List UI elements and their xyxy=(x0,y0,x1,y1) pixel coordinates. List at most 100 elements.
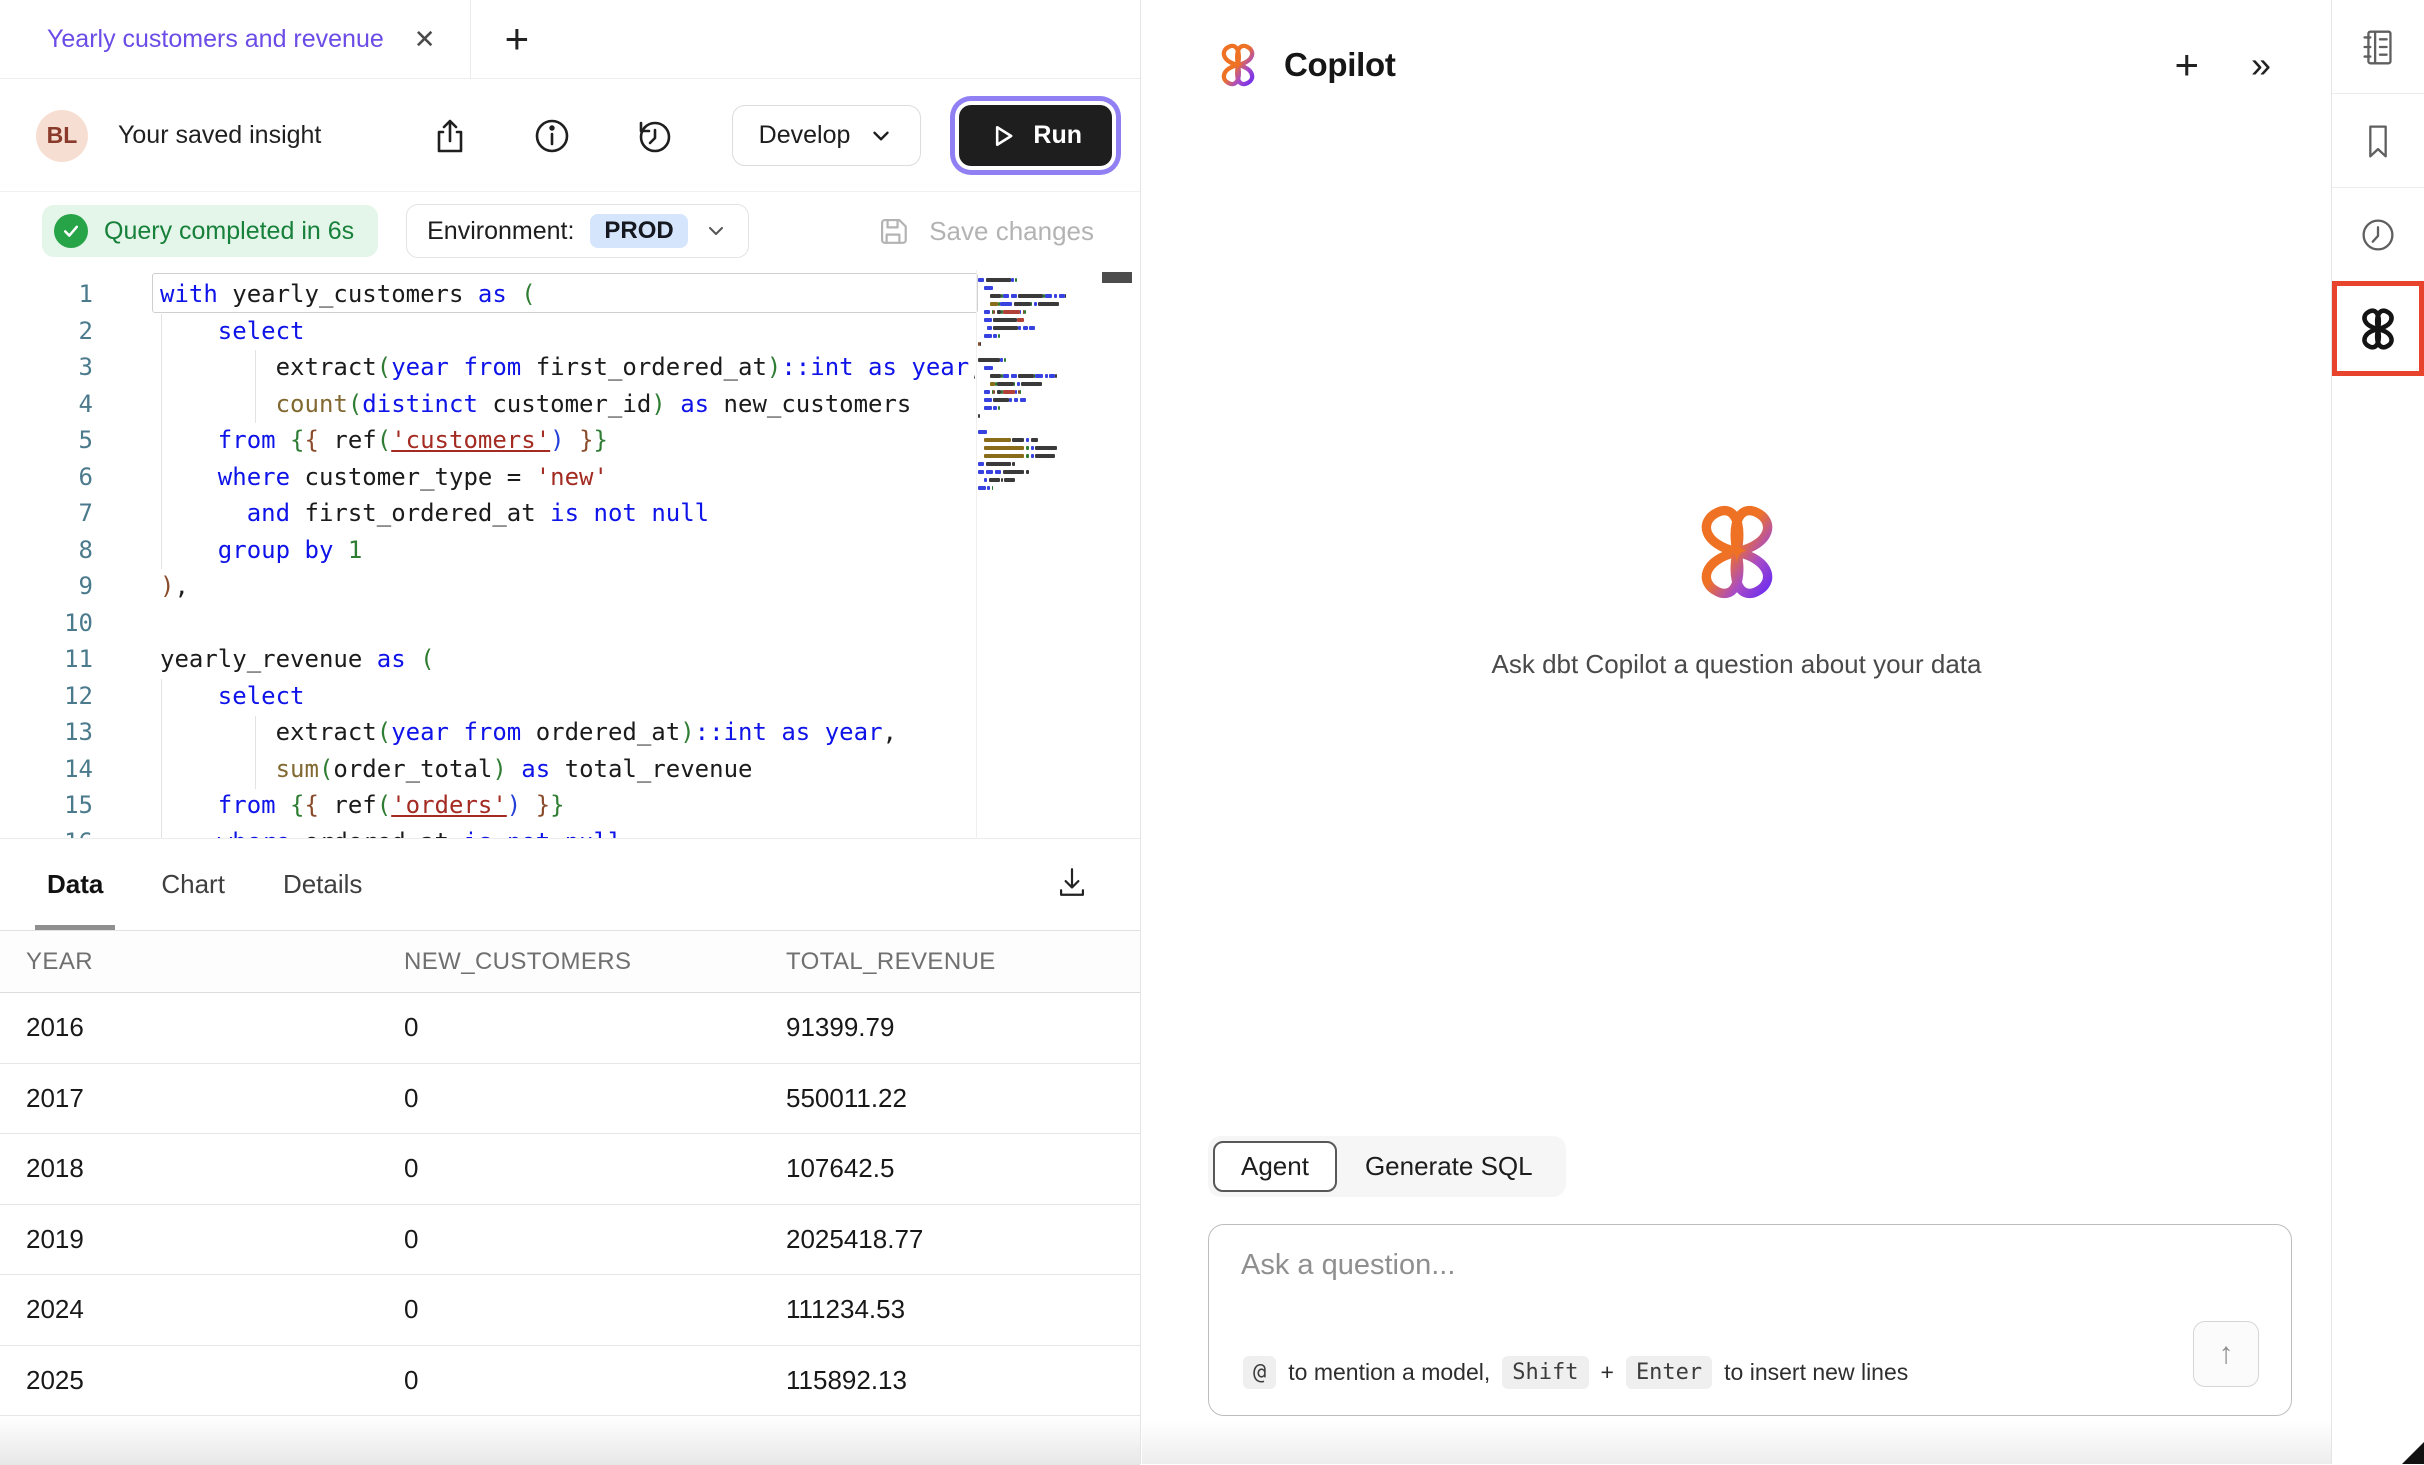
table-footer xyxy=(0,1416,1140,1465)
table-row: 201902025418.77 xyxy=(0,1205,1140,1276)
sidebar-item-bookmarks[interactable] xyxy=(2332,94,2424,187)
line-number: 1 xyxy=(0,276,93,313)
code-line: yearly_revenue as ( xyxy=(160,641,975,678)
line-number: 4 xyxy=(0,386,93,423)
editor-panel: Yearly customers and revenue ✕ + BL Your… xyxy=(0,0,1141,1464)
play-icon xyxy=(989,122,1017,150)
minimap-line xyxy=(978,356,1102,364)
ask-question-input[interactable] xyxy=(1239,1247,2139,1337)
tab-data[interactable]: Data xyxy=(47,839,103,930)
check-icon xyxy=(54,214,88,248)
line-number: 10 xyxy=(0,605,93,642)
code-line: where ordered_at is not null xyxy=(160,824,975,839)
table-cell: 2017 xyxy=(26,1083,404,1114)
results-panel: Data Chart Details YEAR NEW_CUSTOMERS TO… xyxy=(0,838,1140,1464)
line-number: 3 xyxy=(0,349,93,386)
table-row: 2016091399.79 xyxy=(0,993,1140,1064)
tab-title: Yearly customers and revenue xyxy=(47,25,384,54)
copilot-title: Copilot xyxy=(1284,46,1396,84)
table-cell: 2019 xyxy=(26,1224,404,1255)
table-cell: 0 xyxy=(404,1224,786,1255)
clock-icon xyxy=(2355,212,2401,258)
table-cell: 2025 xyxy=(26,1365,404,1396)
code-line: select xyxy=(160,313,975,350)
minimap-line xyxy=(978,428,1102,436)
line-number-gutter: 12345678910111213141516 xyxy=(0,276,93,838)
minimap[interactable] xyxy=(978,276,1102,492)
download-icon[interactable] xyxy=(1052,862,1092,907)
develop-label: Develop xyxy=(759,121,851,150)
code-line: select xyxy=(160,678,975,715)
collapse-panel-icon[interactable]: » xyxy=(2251,47,2271,83)
new-tab-button[interactable]: + xyxy=(505,18,530,60)
minimap-line xyxy=(978,364,1102,372)
minimap-line xyxy=(978,468,1102,476)
window-resize-handle[interactable] xyxy=(2402,1442,2424,1464)
minimap-line xyxy=(978,460,1102,468)
line-number: 12 xyxy=(0,678,93,715)
column-header-year: YEAR xyxy=(26,948,404,976)
minimap-line xyxy=(978,420,1102,428)
column-header-total-revenue: TOTAL_REVENUE xyxy=(786,948,1140,976)
save-changes-button[interactable]: Save changes xyxy=(873,211,1094,251)
tab-yearly-customers-and-revenue[interactable]: Yearly customers and revenue ✕ xyxy=(0,0,470,78)
code-line: sum(order_total) as total_revenue xyxy=(160,751,975,788)
table-cell: 0 xyxy=(404,1012,786,1043)
share-icon[interactable] xyxy=(428,114,472,158)
tab-bar: Yearly customers and revenue ✕ + xyxy=(0,0,1140,79)
develop-button[interactable]: Develop xyxy=(732,105,922,166)
input-hint: @ to mention a model, Shift + Enter to i… xyxy=(1243,1356,1908,1389)
copilot-header: Copilot + » xyxy=(1142,0,2331,130)
minimap-line xyxy=(978,332,1102,340)
table-cell: 0 xyxy=(404,1083,786,1114)
minimap-line xyxy=(978,444,1102,452)
insight-label: Your saved insight xyxy=(118,121,321,150)
code-lines: with yearly_customers as ( select extrac… xyxy=(160,276,975,838)
copilot-footer-fade xyxy=(1142,1420,2331,1464)
table-cell: 0 xyxy=(404,1294,786,1325)
table-cell: 550011.22 xyxy=(786,1083,1140,1114)
line-number: 13 xyxy=(0,714,93,751)
column-header-new-customers: NEW_CUSTOMERS xyxy=(404,948,786,976)
dbt-copilot-logo-icon xyxy=(1214,41,1262,89)
send-button[interactable]: ↑ xyxy=(2193,1321,2259,1387)
tab-details[interactable]: Details xyxy=(283,839,362,930)
sidebar-item-copilot[interactable] xyxy=(2332,281,2424,376)
minimap-line xyxy=(978,484,1102,492)
sql-code-editor[interactable]: 12345678910111213141516 with yearly_cust… xyxy=(0,270,1140,838)
mode-agent-button[interactable]: Agent xyxy=(1213,1141,1337,1192)
run-button[interactable]: Run xyxy=(959,105,1112,166)
table-cell: 111234.53 xyxy=(786,1294,1140,1325)
sidebar-item-notebook[interactable] xyxy=(2332,0,2424,93)
code-line: and first_ordered_at is not null xyxy=(160,495,975,532)
table-row: 20250115892.13 xyxy=(0,1346,1140,1417)
table-row: 20180107642.5 xyxy=(0,1134,1140,1205)
close-tab-icon[interactable]: ✕ xyxy=(414,26,436,52)
minimap-line xyxy=(978,324,1102,332)
minimap-line xyxy=(978,380,1102,388)
shift-key-badge: Shift xyxy=(1502,1356,1588,1389)
tab-chart[interactable]: Chart xyxy=(161,839,225,930)
mode-generate-sql-button[interactable]: Generate SQL xyxy=(1337,1141,1561,1192)
minimap-line xyxy=(978,284,1102,292)
notebook-icon xyxy=(2355,24,2401,70)
dbt-copilot-icon xyxy=(2355,306,2401,352)
history-icon[interactable] xyxy=(632,114,676,158)
environment-selector[interactable]: Environment: PROD xyxy=(406,204,749,258)
copilot-panel: Copilot + » Ask dbt Copilot a question a… xyxy=(1142,0,2331,1464)
status-row: Query completed in 6s Environment: PROD … xyxy=(0,192,1140,270)
copilot-mode-toggle: Agent Generate SQL xyxy=(1208,1136,1566,1197)
line-number: 9 xyxy=(0,568,93,605)
editor-scrollbar-thumb[interactable] xyxy=(1102,272,1132,283)
info-icon[interactable] xyxy=(530,114,574,158)
sidebar-item-history[interactable] xyxy=(2332,188,2424,281)
table-cell: 0 xyxy=(404,1365,786,1396)
minimap-line xyxy=(978,372,1102,380)
toolbar: BL Your saved insight Develop Run xyxy=(0,80,1140,192)
minimap-line xyxy=(978,348,1102,356)
new-chat-icon[interactable]: + xyxy=(2174,44,2199,86)
line-number: 2 xyxy=(0,313,93,350)
dbt-copilot-logo-large xyxy=(1685,500,1789,604)
table-cell: 0 xyxy=(404,1153,786,1184)
copilot-empty-text: Ask dbt Copilot a question about your da… xyxy=(1142,649,2331,680)
